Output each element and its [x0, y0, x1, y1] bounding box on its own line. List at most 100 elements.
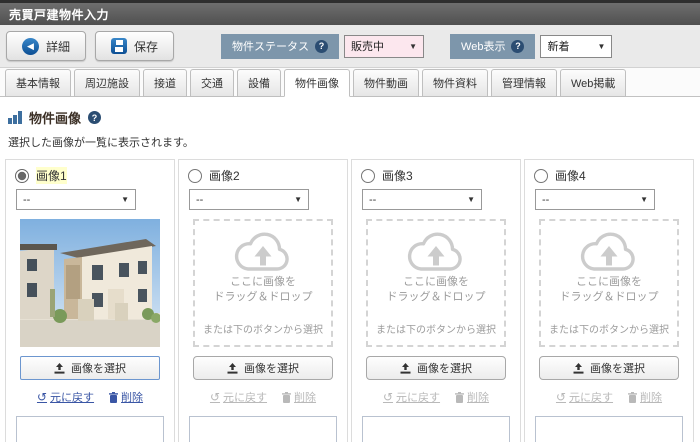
- undo-link-label: 元に戻す: [569, 392, 614, 404]
- delete-link-label: 削除: [121, 392, 144, 404]
- trash-icon: [628, 391, 638, 403]
- image-card: 画像2 -- ▼ ここに画像を ドラッグ＆ドロップ または下のボタンから選択 画…: [178, 159, 348, 442]
- main-image-radio[interactable]: [361, 168, 375, 183]
- image-kind-select[interactable]: -- ▼: [362, 189, 482, 210]
- image-card-label: 画像3: [382, 169, 413, 183]
- undo-link-label: 元に戻す: [223, 392, 268, 404]
- image-caption-input[interactable]: [189, 416, 337, 442]
- undo-link[interactable]: ↺ 元に戻す: [556, 389, 613, 405]
- detail-button-label: 詳細: [46, 39, 71, 54]
- tab[interactable]: 物件画像: [284, 69, 350, 97]
- property-status-label-text: 物件ステータス: [232, 41, 310, 53]
- select-image-button[interactable]: 画像を選択: [193, 356, 333, 380]
- undo-icon: ↺: [382, 390, 394, 404]
- tab-label: 基本情報: [16, 78, 60, 90]
- select-image-button-label: 画像を選択: [417, 363, 472, 375]
- dropdown-caret-icon: ▼: [640, 195, 648, 204]
- delete-link[interactable]: 削除: [282, 389, 316, 405]
- web-display-label: Web表示 ?: [450, 33, 536, 59]
- select-image-button-label: 画像を選択: [71, 363, 126, 375]
- detail-button[interactable]: ◀ 詳細: [6, 31, 87, 61]
- trash-icon: [282, 391, 292, 403]
- image-card: 画像1 -- ▼ 画像を選択 ↺ 元に戻す 削除: [5, 159, 175, 442]
- property-images-panel: 物件画像 ? 選択した画像が一覧に表示されます。 画像1 -- ▼ 画像を選択 …: [0, 97, 700, 442]
- help-icon[interactable]: ?: [88, 111, 102, 124]
- select-image-button-label: 画像を選択: [244, 363, 299, 375]
- web-display-group: Web表示 ? 新着 ▼: [450, 33, 613, 59]
- tab[interactable]: 物件動画: [353, 69, 419, 97]
- tab[interactable]: 設備: [237, 69, 281, 97]
- dropzone-text-line2: ドラッグ＆ドロップ: [559, 291, 659, 303]
- dropzone-note: または下のボタンから選択: [549, 325, 669, 336]
- main-image-radio[interactable]: [534, 168, 548, 183]
- delete-link[interactable]: 削除: [455, 389, 489, 405]
- undo-link-label: 元に戻す: [50, 392, 95, 404]
- tab[interactable]: 基本情報: [5, 69, 71, 97]
- section-title: 物件画像: [29, 111, 82, 126]
- save-icon: [111, 38, 128, 54]
- dropzone-text-line1: ここに画像を: [230, 276, 296, 288]
- image-caption-input[interactable]: [535, 416, 683, 442]
- help-icon[interactable]: ?: [511, 39, 525, 53]
- tab-label: 物件資料: [433, 78, 477, 90]
- section-description: 選択した画像が一覧に表示されます。: [8, 137, 194, 149]
- window-titlebar: 売買戸建物件入力: [0, 0, 700, 25]
- image-kind-value: --: [23, 193, 31, 206]
- tab[interactable]: 交通: [190, 69, 234, 97]
- tab[interactable]: 接道: [143, 69, 187, 97]
- image-dropzone[interactable]: ここに画像を ドラッグ＆ドロップ または下のボタンから選択: [193, 219, 333, 347]
- tab[interactable]: 周辺施設: [74, 69, 140, 97]
- web-display-value: 新着: [547, 41, 570, 53]
- dropdown-caret-icon: ▼: [121, 195, 129, 204]
- delete-link[interactable]: 削除: [109, 389, 143, 405]
- undo-link[interactable]: ↺ 元に戻す: [210, 389, 267, 405]
- web-display-select[interactable]: 新着 ▼: [540, 34, 613, 58]
- delete-link[interactable]: 削除: [628, 389, 662, 405]
- image-caption-input[interactable]: [16, 416, 164, 442]
- select-image-button[interactable]: 画像を選択: [20, 356, 160, 380]
- tab[interactable]: 物件資料: [422, 69, 488, 97]
- image-card-header: 画像1: [15, 167, 165, 184]
- dropdown-caret-icon: ▼: [467, 195, 475, 204]
- undo-icon: ↺: [36, 390, 48, 404]
- property-photo: [20, 219, 161, 347]
- delete-link-label: 削除: [294, 392, 317, 404]
- undo-link[interactable]: ↺ 元に戻す: [37, 389, 94, 405]
- select-image-button[interactable]: 画像を選択: [539, 356, 679, 380]
- property-status-group: 物件ステータス ? 販売中 ▼: [221, 33, 425, 59]
- property-status-label: 物件ステータス ?: [221, 33, 340, 59]
- image-caption-input[interactable]: [362, 416, 510, 442]
- delete-link-label: 削除: [640, 392, 663, 404]
- upload-icon: [400, 362, 411, 374]
- property-status-select[interactable]: 販売中 ▼: [344, 34, 425, 58]
- upload-icon: [573, 362, 584, 374]
- section-chart-icon: [8, 111, 22, 124]
- property-status-value: 販売中: [351, 41, 385, 53]
- upload-icon: [54, 362, 65, 374]
- image-dropzone[interactable]: ここに画像を ドラッグ＆ドロップ または下のボタンから選択: [539, 219, 679, 347]
- tab-label: 接道: [154, 78, 176, 90]
- image-card-header: 画像4: [534, 167, 684, 184]
- image-actions: ↺ 元に戻す 削除: [210, 389, 316, 405]
- web-display-label-text: Web表示: [461, 41, 506, 53]
- dropzone-note: または下のボタンから選択: [376, 325, 496, 336]
- select-image-button[interactable]: 画像を選択: [366, 356, 506, 380]
- delete-link-label: 削除: [467, 392, 490, 404]
- select-image-button-label: 画像を選択: [590, 363, 645, 375]
- main-image-radio[interactable]: [15, 168, 29, 183]
- main-image-radio[interactable]: [188, 168, 202, 183]
- image-kind-value: --: [196, 193, 204, 206]
- image-kind-select[interactable]: -- ▼: [535, 189, 655, 210]
- undo-link[interactable]: ↺ 元に戻す: [383, 389, 440, 405]
- image-kind-select[interactable]: -- ▼: [16, 189, 136, 210]
- image-kind-select[interactable]: -- ▼: [189, 189, 309, 210]
- save-button[interactable]: 保存: [95, 31, 175, 61]
- tab[interactable]: Web掲載: [560, 69, 627, 97]
- tab[interactable]: 管理情報: [491, 69, 557, 97]
- tab-label: 物件画像: [295, 78, 339, 90]
- help-icon[interactable]: ?: [315, 39, 329, 53]
- dropzone-text-line1: ここに画像を: [576, 276, 642, 288]
- undo-icon: ↺: [209, 390, 221, 404]
- image-dropzone[interactable]: ここに画像を ドラッグ＆ドロップ または下のボタンから選択: [366, 219, 506, 347]
- toolbar: ◀ 詳細 保存 物件ステータス ? 販売中 ▼ Web表示 ? 新着 ▼: [0, 25, 700, 68]
